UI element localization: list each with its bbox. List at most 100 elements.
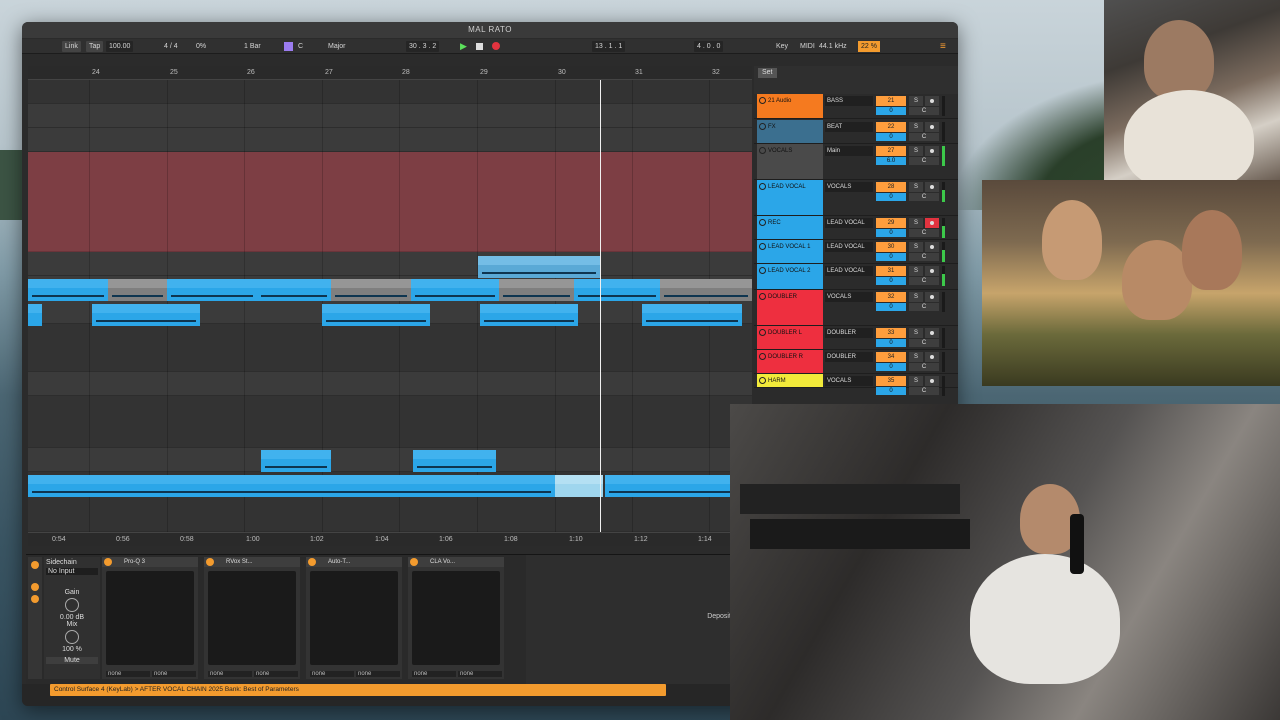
arm-button[interactable]	[925, 266, 939, 276]
mixer-track[interactable]: FX BEAT 22 0 S C	[754, 120, 958, 144]
track-fold-icon[interactable]	[759, 243, 766, 250]
mixer-track[interactable]: LEAD VOCAL 1 LEAD VOCAL 30 0 S C	[754, 240, 958, 264]
mix-knob[interactable]	[65, 630, 79, 644]
play-icon[interactable]: ▶	[460, 41, 467, 52]
macro-select[interactable]: none	[106, 671, 150, 677]
track-name-header[interactable]: LEAD VOCAL	[757, 180, 823, 215]
volume-field[interactable]: 6.0	[876, 157, 906, 165]
power-icon[interactable]	[410, 558, 418, 566]
mixer-track[interactable]: DOUBLER R DOUBLER 34 0 S C	[754, 350, 958, 374]
clip-rec32[interactable]: REC 32	[478, 256, 600, 278]
plugin-device[interactable]: RVox St... none none	[204, 557, 300, 679]
arm-button[interactable]	[925, 292, 939, 302]
pan-field[interactable]: C	[909, 253, 939, 261]
volume-field[interactable]: 0	[876, 339, 906, 347]
output-routing-select[interactable]: VOCALS	[825, 292, 873, 302]
power-icon[interactable]	[31, 595, 39, 603]
solo-button[interactable]: S	[909, 352, 923, 362]
loop-start-field[interactable]: 13 . 1 . 1	[592, 41, 626, 52]
solo-button[interactable]: S	[909, 122, 923, 132]
track-name-header[interactable]: DOUBLER L	[757, 326, 823, 349]
clip[interactable]: ... R	[28, 304, 42, 326]
track-name-header[interactable]: LEAD VOCAL 2	[757, 264, 823, 289]
clip[interactable]: REC 23	[411, 279, 499, 301]
menu-icon[interactable]: ≡	[940, 41, 946, 52]
tempo-field[interactable]: 100.00	[106, 41, 134, 52]
clip[interactable]: REC 20	[322, 304, 430, 326]
pan-field[interactable]: C	[909, 363, 939, 371]
volume-field[interactable]: 0	[876, 253, 906, 261]
volume-field[interactable]: 0	[876, 107, 906, 115]
power-icon[interactable]	[104, 558, 112, 566]
arm-button[interactable]	[925, 122, 939, 132]
track-activator[interactable]: 31	[876, 266, 906, 276]
solo-button[interactable]: S	[909, 96, 923, 106]
track-fold-icon[interactable]	[759, 123, 766, 130]
key-root-select[interactable]: C	[298, 41, 303, 52]
power-icon[interactable]	[206, 558, 214, 566]
power-icon[interactable]	[308, 558, 316, 566]
volume-field[interactable]: 0	[876, 277, 906, 285]
clip[interactable]: REC 18	[92, 304, 200, 326]
groove-amount[interactable]: 0%	[196, 41, 206, 52]
arm-button[interactable]	[925, 242, 939, 252]
track-activator[interactable]: 34	[876, 352, 906, 362]
track-activator[interactable]: 29	[876, 218, 906, 228]
volume-field[interactable]: 0	[876, 387, 906, 395]
track-fold-icon[interactable]	[759, 97, 766, 104]
arm-button[interactable]	[925, 96, 939, 106]
arm-button[interactable]	[925, 352, 939, 362]
macro-select[interactable]: none	[152, 671, 196, 677]
track-name-header[interactable]: LEAD VOCAL 1	[757, 240, 823, 263]
pan-field[interactable]: C	[909, 339, 939, 347]
clip[interactable]: REC 6	[499, 279, 574, 301]
time-signature[interactable]: 4 / 4	[164, 41, 178, 52]
solo-button[interactable]: S	[909, 328, 923, 338]
midi-map-button[interactable]: MIDI	[800, 41, 815, 52]
pan-field[interactable]: C	[909, 277, 939, 285]
clip-selection[interactable]	[555, 475, 603, 497]
track-name-header[interactable]: HARM	[757, 374, 823, 387]
mixer-track[interactable]: DOUBLER VOCALS 32 0 S C	[754, 290, 958, 326]
arm-button[interactable]	[925, 328, 939, 338]
track-fold-icon[interactable]	[759, 293, 766, 300]
track-name-header[interactable]: REC	[757, 216, 823, 239]
playhead[interactable]	[600, 80, 601, 532]
pan-field[interactable]: C	[909, 133, 939, 141]
track-activator[interactable]: 28	[876, 182, 906, 192]
output-routing-select[interactable]: VOCALS	[825, 182, 873, 192]
record-icon[interactable]	[492, 41, 500, 52]
scale-select[interactable]: Major	[328, 41, 346, 52]
track-activator[interactable]: 35	[876, 376, 906, 386]
track-fold-icon[interactable]	[759, 353, 766, 360]
clip[interactable]: REC 18	[257, 279, 331, 301]
pan-field[interactable]: C	[909, 157, 939, 165]
sidechain-input-select[interactable]: No Input	[46, 568, 98, 575]
volume-field[interactable]: 0	[876, 229, 906, 237]
output-routing-select[interactable]: BEAT	[825, 122, 873, 132]
track-name-header[interactable]: DOUBLER R	[757, 350, 823, 373]
clip[interactable]: REC 17	[642, 304, 742, 326]
track-name-header[interactable]: VOCALS	[757, 144, 823, 179]
clip[interactable]: ... REC 34	[28, 475, 555, 497]
mixer-track[interactable]: REC LEAD VOCAL 29 0 S C	[754, 216, 958, 240]
track-name-header[interactable]: FX	[757, 120, 823, 143]
macro-select[interactable]: none	[356, 671, 400, 677]
plugin-device[interactable]: Pro-Q 3 none none	[102, 557, 198, 679]
tap-button[interactable]: Tap	[86, 41, 104, 52]
clip[interactable]: REC 16	[480, 304, 578, 326]
mixer-track[interactable]: HARM VOCALS 35 0 S C	[754, 374, 958, 396]
macro-select[interactable]: none	[458, 671, 502, 677]
power-icon[interactable]	[31, 583, 39, 591]
track-fold-icon[interactable]	[759, 329, 766, 336]
track-activator[interactable]: 30	[876, 242, 906, 252]
pan-field[interactable]: C	[909, 193, 939, 201]
output-routing-select[interactable]: Main	[825, 146, 873, 156]
power-icon[interactable]	[31, 561, 39, 569]
volume-field[interactable]: 0	[876, 133, 906, 141]
clip[interactable]: REC 16	[574, 279, 660, 301]
volume-field[interactable]: 0	[876, 363, 906, 371]
track-activator[interactable]: 27	[876, 146, 906, 156]
pan-field[interactable]: C	[909, 107, 939, 115]
solo-button[interactable]: S	[909, 292, 923, 302]
